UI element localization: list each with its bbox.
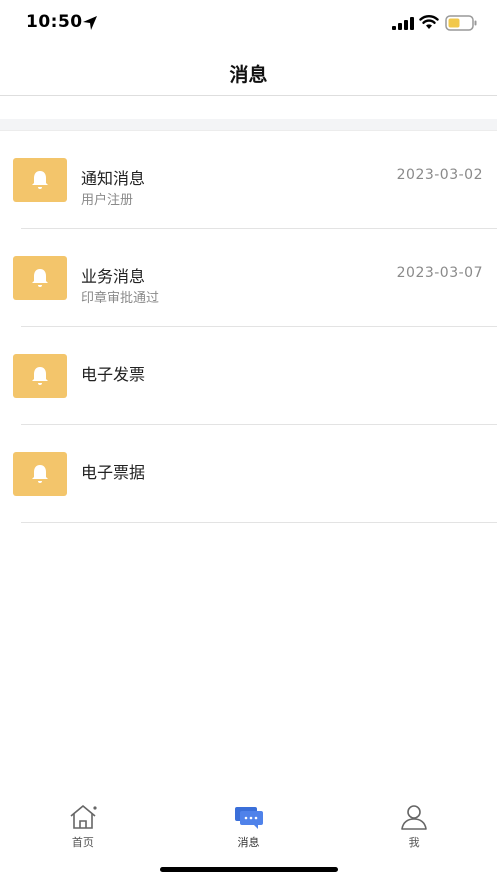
- screen: 10:50 消息 通知消息 用户注册 2023-03-02 业务消息 印章审批通…: [0, 0, 497, 883]
- tab-bar: 首页 消息 我: [0, 796, 497, 856]
- tab-label: 我: [408, 836, 420, 849]
- message-list: 通知消息 用户注册 2023-03-02 业务消息 印章审批通过 2023-03…: [0, 130, 497, 523]
- page-title: 消息: [229, 64, 268, 86]
- status-time: 10:50: [26, 12, 83, 32]
- list-item[interactable]: 业务消息 印章审批通过 2023-03-07: [0, 229, 497, 327]
- message-title: 电子票据: [81, 463, 146, 482]
- message-subtitle: 印章审批通过: [81, 291, 160, 306]
- wifi-icon: [419, 15, 439, 29]
- list-item[interactable]: 电子票据: [0, 425, 497, 523]
- status-bar: 10:50: [0, 0, 497, 48]
- home-icon: [70, 805, 97, 829]
- signal-icon: [392, 17, 414, 30]
- location-arrow-icon: [83, 16, 97, 30]
- tab-me[interactable]: 我: [331, 796, 497, 856]
- message-title: 通知消息: [81, 169, 146, 188]
- message-title: 业务消息: [81, 267, 146, 286]
- list-item[interactable]: 通知消息 用户注册 2023-03-02: [0, 131, 497, 229]
- home-indicator: [160, 867, 338, 872]
- chat-icon: [234, 807, 263, 829]
- tab-messages[interactable]: 消息: [166, 796, 332, 856]
- bell-icon: [13, 158, 67, 202]
- message-subtitle: 用户注册: [81, 193, 134, 208]
- message-title: 电子发票: [81, 365, 146, 384]
- message-date: 2023-03-07: [396, 265, 483, 281]
- tab-label: 首页: [71, 836, 94, 849]
- tab-label: 消息: [237, 836, 260, 849]
- tab-home[interactable]: 首页: [0, 796, 166, 856]
- bell-icon: [13, 256, 67, 300]
- nav-bar: 消息: [0, 48, 497, 96]
- battery-icon: [445, 15, 477, 31]
- list-item[interactable]: 电子发票: [0, 327, 497, 425]
- message-date: 2023-03-02: [396, 167, 483, 183]
- bell-icon: [13, 354, 67, 398]
- bell-icon: [13, 452, 67, 496]
- section-gap: [0, 119, 497, 130]
- user-icon: [401, 805, 427, 830]
